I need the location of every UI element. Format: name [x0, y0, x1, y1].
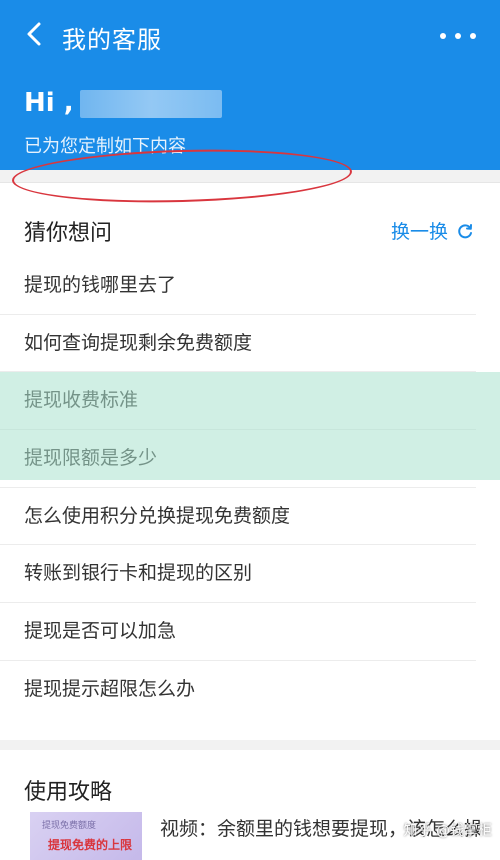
faq-item[interactable]: 如何查询提现剩余免费额度 [0, 315, 476, 373]
faq-item[interactable]: 提现的钱哪里去了 [0, 257, 476, 315]
faq-item[interactable]: 提现收费标准 [0, 372, 476, 431]
page-title: 我的客服 [62, 26, 162, 54]
greeting-text: Hi , [24, 88, 74, 118]
faq-section-title: 猜你想问 [24, 221, 113, 246]
chevron-left-icon [27, 22, 41, 46]
guide-section: 使用攻略 提现免费额度 提现免费的上限 视频：余额里的钱想要提现，该怎么操作？ [0, 740, 500, 860]
more-dot-icon [455, 33, 461, 39]
app-header: 我的客服 Hi , 已为您定制如下内容 [0, 0, 500, 170]
more-dot-icon [470, 33, 476, 39]
refresh-button[interactable]: 换一换 [391, 217, 474, 244]
nav-bar: 我的客服 [0, 0, 500, 72]
faq-item[interactable]: 提现提示超限怎么办 [0, 661, 476, 719]
refresh-label: 换一换 [390, 221, 448, 243]
faq-item[interactable]: 提现是否可以加急 [0, 603, 476, 661]
thumbnail-caption-top: 提现免费额度 [42, 821, 97, 831]
faq-item[interactable]: 转账到银行卡和提现的区别 [0, 545, 476, 604]
faq-item[interactable]: 怎么使用积分兑换提现免费额度 [0, 488, 476, 546]
guide-section-title: 使用攻略 [24, 780, 113, 805]
faq-card: 猜你想问 换一换 提现的钱哪里去了 如何查询提现剩余免费额度 提现收费标准 提现… [0, 182, 500, 741]
faq-item[interactable]: 提现限额是多少 [0, 430, 476, 488]
refresh-icon [458, 223, 472, 238]
more-dot-icon [440, 33, 446, 39]
greeting-subtitle: 已为您定制如下内容 [24, 136, 186, 157]
more-menu-button[interactable] [440, 26, 476, 46]
masked-username [80, 90, 222, 118]
faq-list: 提现的钱哪里去了 如何查询提现剩余免费额度 提现收费标准 提现限额是多少 怎么使… [0, 257, 500, 719]
source-watermark: 知乎 @钱掌柜 [403, 823, 492, 839]
thumbnail-caption: 提现免费的上限 [48, 838, 133, 852]
video-thumbnail[interactable]: 提现免费额度 提现免费的上限 [30, 812, 142, 860]
back-button[interactable] [16, 16, 52, 52]
